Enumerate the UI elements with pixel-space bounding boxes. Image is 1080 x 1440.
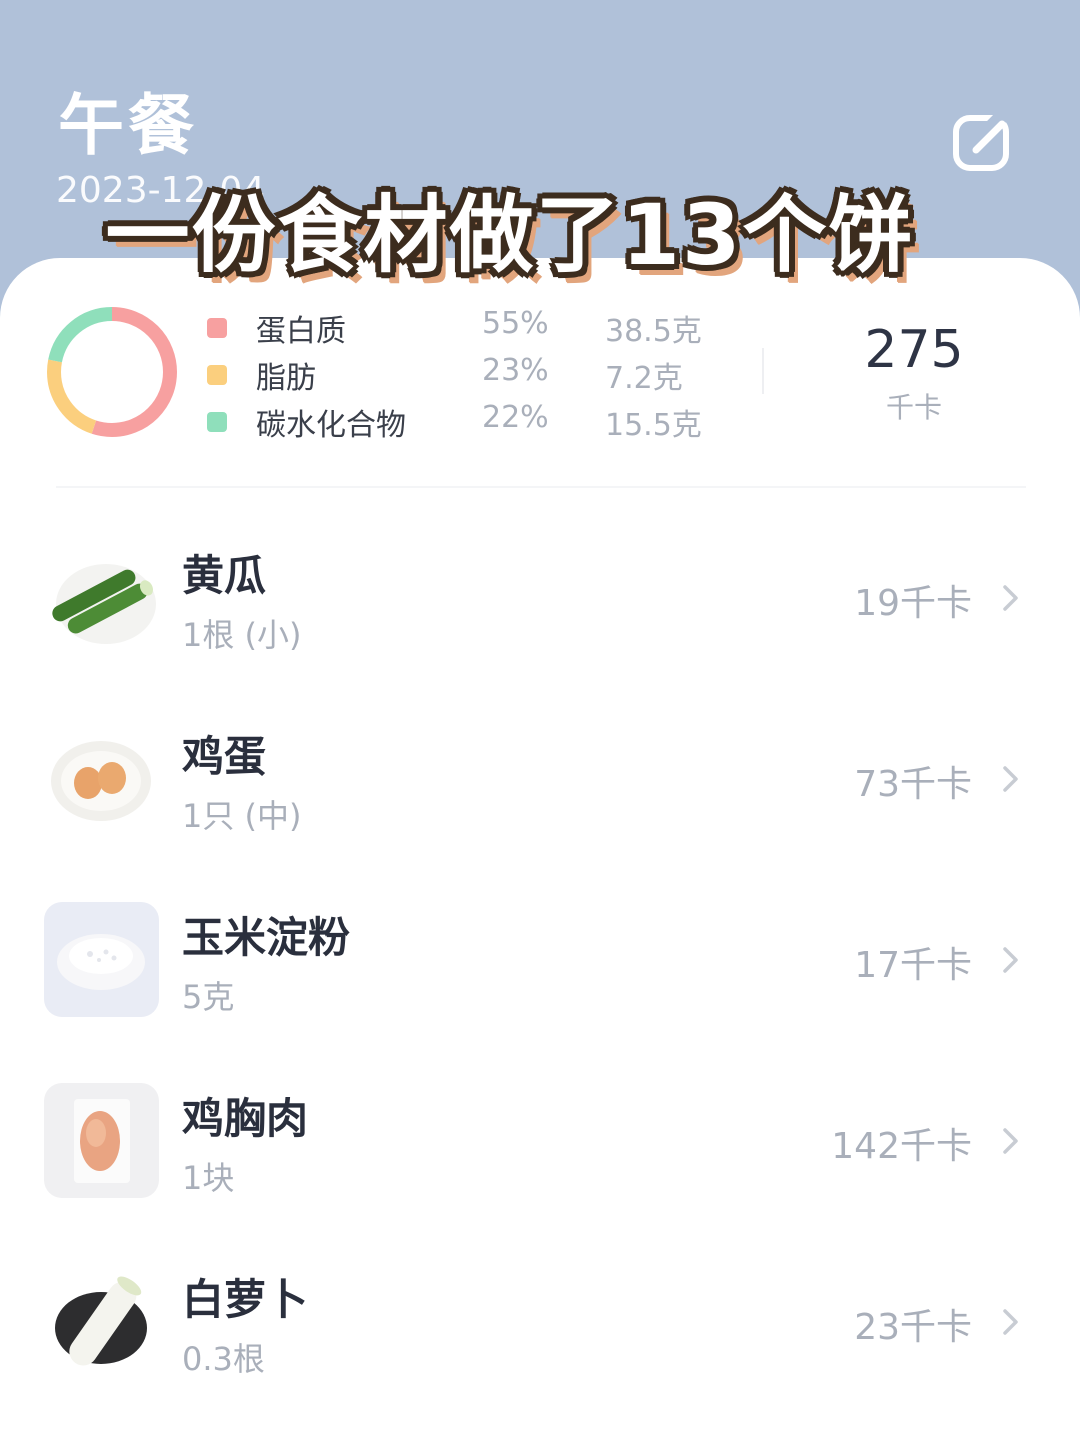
chevron-right-icon bbox=[1003, 1128, 1018, 1154]
macro-name: 脂肪 bbox=[256, 361, 316, 396]
total-kcal: 275 bbox=[864, 320, 964, 380]
macro-percent: 55% bbox=[482, 306, 549, 341]
macro-percent: 22% bbox=[482, 400, 549, 435]
macro-name: 蛋白质 bbox=[256, 314, 346, 349]
food-portion: 1根 (小) bbox=[182, 616, 302, 654]
food-name: 玉米淀粉 bbox=[182, 913, 351, 962]
macro-name: 碳水化合物 bbox=[256, 408, 406, 443]
food-item-chicken-breast[interactable]: 鸡胸肉 1块 142千卡 bbox=[0, 1051, 1080, 1231]
food-name: 鸡胸肉 bbox=[182, 1094, 309, 1143]
edit-icon bbox=[953, 107, 1011, 171]
fat-color-dot bbox=[207, 365, 227, 385]
food-portion: 1只 (中) bbox=[182, 797, 302, 835]
food-item-cornstarch[interactable]: 玉米淀粉 5克 17千卡 bbox=[0, 870, 1080, 1050]
food-name: 白萝卜 bbox=[182, 1275, 309, 1324]
macro-row-carbs: 碳水化合物 22% 15.5克 bbox=[0, 398, 760, 443]
summary-divider bbox=[762, 348, 764, 394]
eggs-image bbox=[44, 721, 159, 836]
total-kcal-unit: 千卡 bbox=[885, 391, 942, 424]
food-kcal: 17千卡 bbox=[854, 945, 972, 986]
meal-card: 蛋白质 55% 38.5克 脂肪 23% 7.2克 碳水化合物 22% 15.5… bbox=[0, 258, 1080, 1440]
edit-button[interactable] bbox=[950, 107, 1014, 174]
macro-row-protein: 蛋白质 55% 38.5克 bbox=[0, 304, 760, 349]
chevron-right-icon bbox=[1003, 766, 1018, 792]
macro-amount: 38.5克 bbox=[605, 314, 702, 349]
meal-title: 午餐 bbox=[58, 87, 198, 164]
food-kcal: 23千卡 bbox=[854, 1307, 972, 1348]
macro-percent: 23% bbox=[482, 353, 549, 388]
food-kcal: 19千卡 bbox=[854, 583, 972, 624]
chicken-breast-image bbox=[44, 1083, 159, 1198]
chevron-right-icon bbox=[1003, 1309, 1018, 1335]
food-kcal: 73千卡 bbox=[854, 764, 972, 805]
food-kcal: 142千卡 bbox=[831, 1126, 972, 1167]
white-radish-image bbox=[44, 1264, 159, 1379]
food-name: 黄瓜 bbox=[182, 551, 267, 600]
cucumber-image bbox=[44, 540, 159, 655]
nutrition-summary: 蛋白质 55% 38.5克 脂肪 23% 7.2克 碳水化合物 22% 15.5… bbox=[0, 258, 1080, 488]
food-portion: 1块 bbox=[182, 1159, 235, 1197]
food-name: 鸡蛋 bbox=[182, 732, 267, 781]
food-item-white-radish[interactable]: 白萝卜 0.3根 23千卡 bbox=[0, 1232, 1080, 1412]
macro-row-fat: 脂肪 23% 7.2克 bbox=[0, 351, 760, 396]
chevron-right-icon bbox=[1003, 585, 1018, 611]
cornstarch-image bbox=[44, 902, 159, 1017]
food-item-egg[interactable]: 鸡蛋 1只 (中) 73千卡 bbox=[0, 689, 1080, 869]
section-divider bbox=[56, 486, 1026, 488]
food-item-cucumber[interactable]: 黄瓜 1根 (小) 19千卡 bbox=[0, 508, 1080, 688]
food-portion: 0.3根 bbox=[182, 1340, 265, 1378]
macro-amount: 15.5克 bbox=[605, 408, 702, 443]
overlay-caption: 一份食材做了13个饼 bbox=[105, 186, 915, 284]
protein-color-dot bbox=[207, 318, 227, 338]
macro-amount: 7.2克 bbox=[605, 361, 683, 396]
food-portion: 5克 bbox=[182, 978, 235, 1016]
carbs-color-dot bbox=[207, 412, 227, 432]
chevron-right-icon bbox=[1003, 947, 1018, 973]
